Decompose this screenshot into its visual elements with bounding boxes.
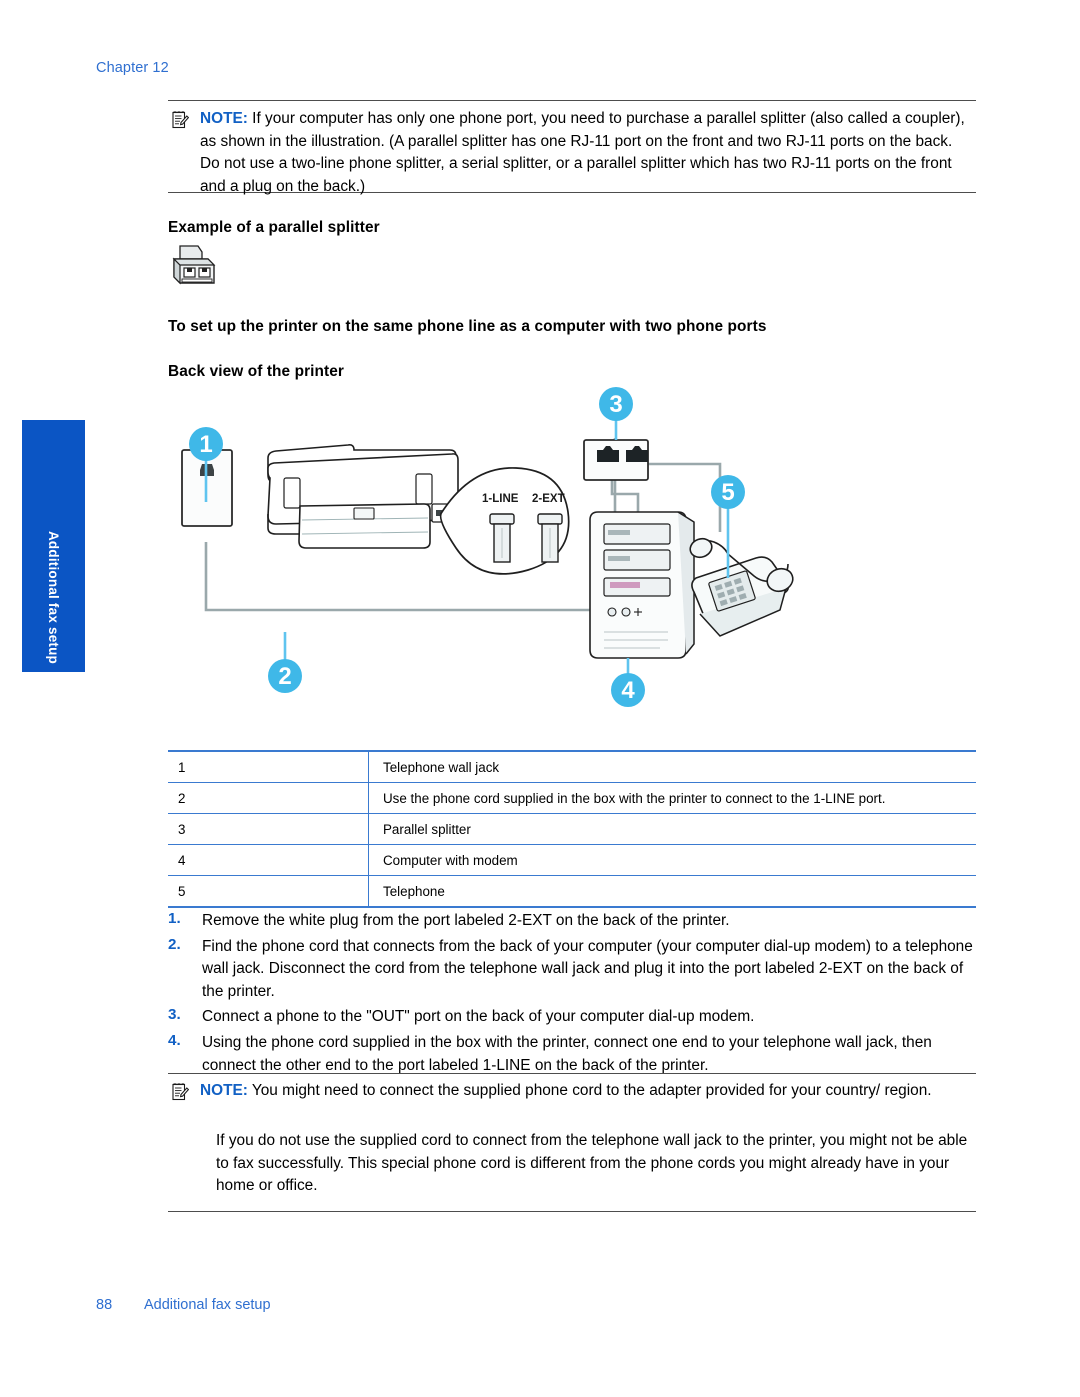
callout-badge-1: 1 [189,427,223,461]
legend-number: 3 [168,813,369,845]
note-top-body: NOTE: If your computer has only one phon… [200,108,976,198]
note-top: NOTE: If your computer has only one phon… [172,108,976,198]
list-item: 2. Find the phone cord that connects fro… [168,936,980,1004]
step-text: Find the phone cord that connects from t… [202,937,973,1000]
port-label-2-ext: 2-EXT [532,493,565,505]
note-top-text: If your computer has only one phone port… [200,110,965,195]
note-top-label: NOTE: [200,110,248,127]
table-row: 3 Parallel splitter [168,813,976,845]
chapter-label: Chapter 12 [96,60,169,76]
legend-description: Computer with modem [368,844,976,876]
legend-description: Parallel splitter [368,813,976,845]
legend-description: Telephone [368,875,976,908]
step-number: 2. [168,935,181,953]
callout-badge-5: 5 [711,475,745,509]
legend-number: 4 [168,844,369,876]
list-item: 4. Using the phone cord supplied in the … [168,1032,980,1077]
heading-back-view: Back view of the printer [168,363,345,380]
note-pad-pencil-icon [172,111,190,129]
legend-table: 1 Telephone wall jack 2 Use the phone co… [168,750,976,908]
svg-text:2: 2 [278,663,291,690]
callout-badge-3: 3 [599,387,633,421]
legend-description: Telephone wall jack [368,750,976,783]
note-bottom-rule-upper [168,1073,976,1075]
document-page: Chapter 12 Additional fax setup NOTE: If… [0,0,1080,1397]
port-label-1-line: 1-LINE [482,493,519,505]
note-bottom-body: NOTE: You might need to connect the supp… [200,1080,976,1103]
note-bottom-rule-lower [168,1211,976,1213]
svg-text:5: 5 [721,479,734,506]
heading-setup-procedure: To set up the printer on the same phone … [168,318,767,335]
list-item: 3. Connect a phone to the "OUT" port on … [168,1006,980,1029]
svg-text:1: 1 [199,431,212,458]
fax-setup-diagram: 1-LINE 2-EXT 1 2 3 4 5 [160,382,800,722]
legend-number: 1 [168,750,369,783]
list-item: 1. Remove the white plug from the port l… [168,910,980,933]
table-row: 5 Telephone [168,875,976,908]
svg-text:3: 3 [609,391,622,418]
step-number: 1. [168,910,181,927]
heading-example-splitter: Example of a parallel splitter [168,219,380,236]
step-number: 4. [168,1031,181,1049]
table-row: 2 Use the phone cord supplied in the box… [168,782,976,814]
table-row: 1 Telephone wall jack [168,750,976,783]
legend-description: Use the phone cord supplied in the box w… [368,782,976,814]
svg-text:4: 4 [621,677,635,704]
note-bottom-label: NOTE: [200,1082,248,1099]
step-number: 3. [168,1006,181,1024]
legend-number: 2 [168,782,369,814]
side-tab-additional-fax-setup: Additional fax setup [22,420,85,672]
page-footer: 88 Additional fax setup [96,1297,271,1313]
legend-number: 5 [168,875,369,908]
callout-badge-4: 4 [611,673,645,707]
side-tab-label: Additional fax setup [46,530,61,664]
step-text: Using the phone cord supplied in the box… [202,1033,932,1074]
closing-paragraph: If you do not use the supplied cord to c… [216,1132,968,1195]
table-row: 4 Computer with modem [168,844,976,876]
note-top-rule-upper [168,100,976,102]
step-text: Connect a phone to the "OUT" port on the… [202,1008,755,1026]
parallel-splitter-illustration [168,243,220,291]
note-pad-pencil-icon [172,1083,190,1101]
note-bottom: NOTE: You might need to connect the supp… [172,1080,976,1103]
footer-page-number: 88 [96,1297,113,1313]
callout-badge-2: 2 [268,659,302,693]
footer-section-label: Additional fax setup [144,1297,271,1313]
setup-steps-list: 1. Remove the white plug from the port l… [168,910,980,1080]
note-bottom-text: You might need to connect the supplied p… [251,1082,932,1099]
step-text: Remove the white plug from the port labe… [202,912,730,929]
